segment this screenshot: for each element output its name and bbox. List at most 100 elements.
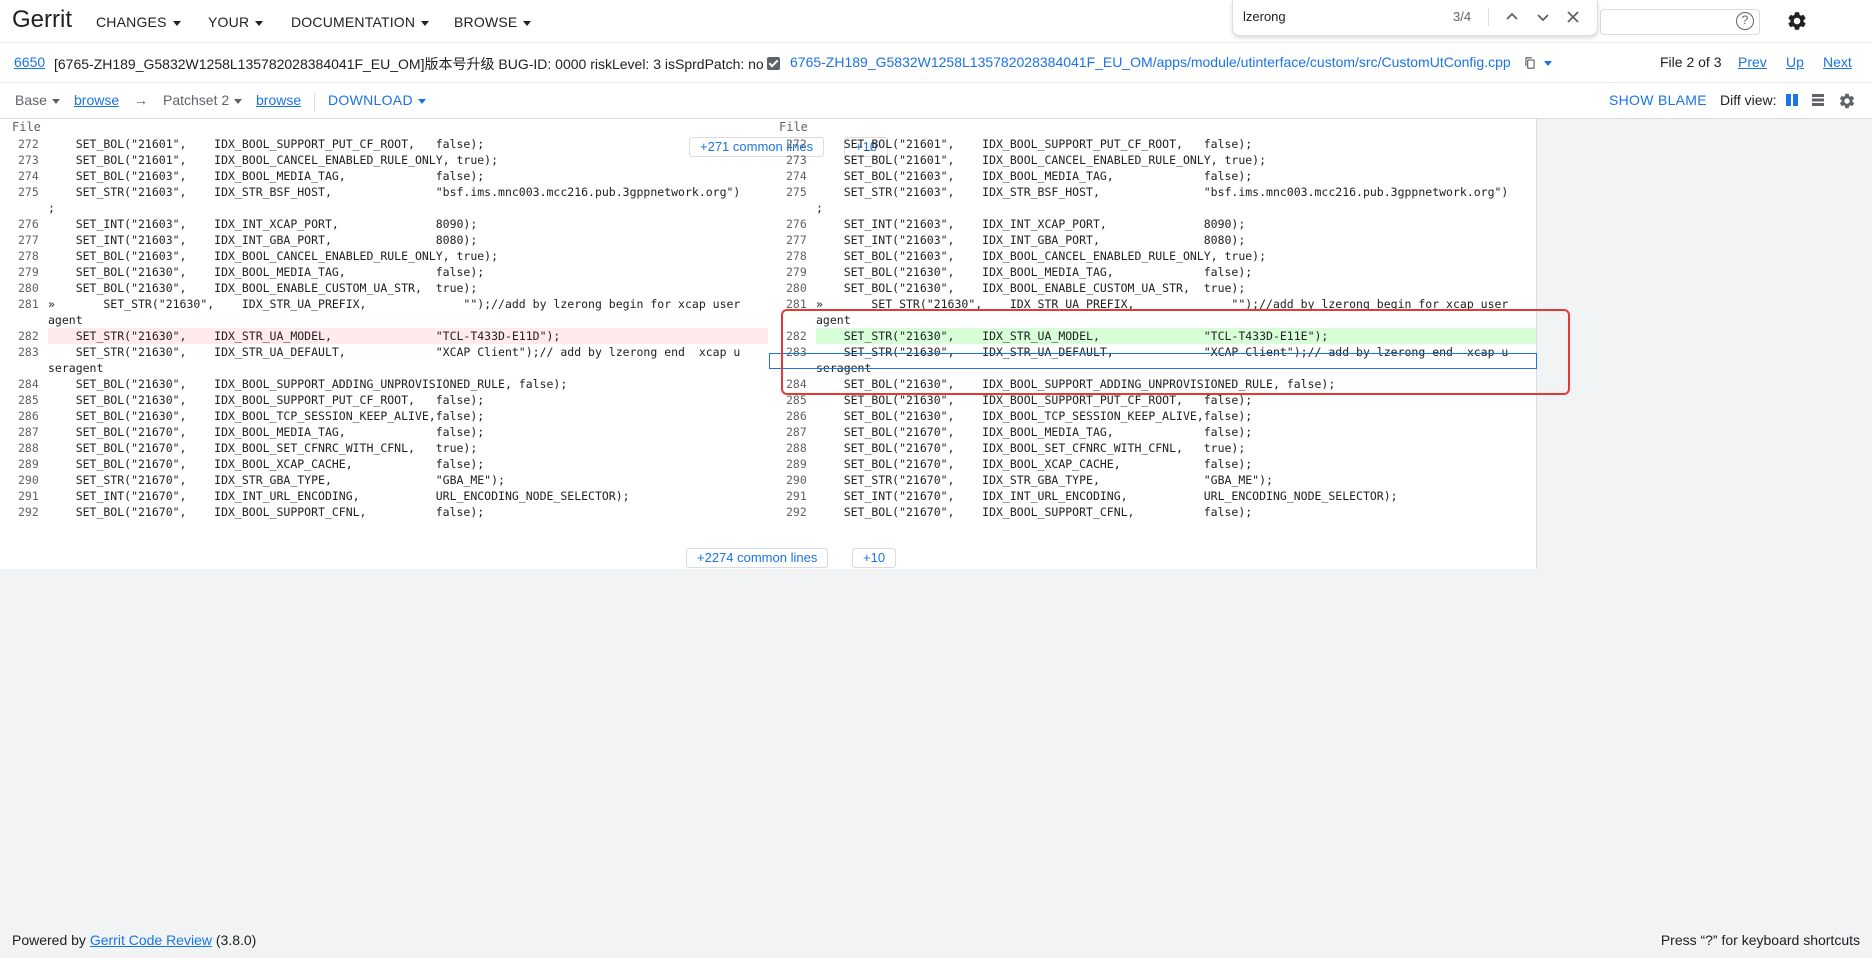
patchset-select[interactable]: Patchset 2 bbox=[163, 92, 243, 108]
file-header-right: File bbox=[779, 120, 808, 134]
line-number[interactable]: 288 bbox=[786, 440, 807, 456]
footer: Powered by Gerrit Code Review (3.8.0) Pr… bbox=[0, 928, 1872, 958]
line-number[interactable]: 292 bbox=[18, 504, 39, 520]
code-line: SET_INT("21670", IDX_INT_URL_ENCODING, U… bbox=[48, 489, 630, 503]
line-number[interactable]: 274 bbox=[18, 168, 39, 184]
base-label: Base bbox=[15, 92, 47, 108]
browse-left-link[interactable]: browse bbox=[74, 92, 119, 108]
copy-icon[interactable] bbox=[1523, 56, 1537, 70]
find-input[interactable]: lzerong bbox=[1243, 9, 1286, 24]
expand-common-lines-button[interactable]: +2274 common lines bbox=[686, 548, 829, 568]
line-number[interactable]: 284 bbox=[18, 376, 39, 392]
line-number[interactable]: 290 bbox=[18, 472, 39, 488]
code-line: » SET_STR("21630", IDX_STR_UA_PREFIX, ""… bbox=[48, 297, 741, 311]
line-number[interactable]: 276 bbox=[18, 216, 39, 232]
code-line: SET_STR("21603", IDX_STR_BSF_HOST, "bsf.… bbox=[816, 185, 1509, 199]
line-number[interactable]: 278 bbox=[786, 248, 807, 264]
code-line: SET_BOL("21670", IDX_BOOL_SUPPORT_CFNL, … bbox=[816, 505, 1253, 519]
gear-icon[interactable] bbox=[1786, 10, 1808, 32]
version: (3.8.0) bbox=[215, 932, 257, 948]
code-line: SET_BOL("21670", IDX_BOOL_SET_CFNRC_WITH… bbox=[816, 441, 1246, 455]
line-number[interactable]: 287 bbox=[18, 424, 39, 440]
nav-documentation-label: DOCUMENTATION bbox=[291, 14, 416, 30]
line-number[interactable]: 275 bbox=[786, 184, 807, 200]
line-number[interactable]: 280 bbox=[18, 280, 39, 296]
code-line: SET_BOL("21670", IDX_BOOL_XCAP_CACHE, fa… bbox=[816, 457, 1253, 471]
line-number[interactable]: 279 bbox=[18, 264, 39, 280]
line-number[interactable]: 289 bbox=[786, 456, 807, 472]
diff-preferences-gear-icon[interactable] bbox=[1838, 92, 1856, 110]
line-number[interactable]: 285 bbox=[18, 392, 39, 408]
nav-documentation[interactable]: DOCUMENTATION bbox=[291, 14, 430, 30]
chevron-up-icon[interactable] bbox=[1500, 5, 1524, 29]
line-number[interactable]: 274 bbox=[786, 168, 807, 184]
code-line: SET_BOL("21630", IDX_BOOL_MEDIA_TAG, fal… bbox=[816, 265, 1253, 279]
code-line: SET_BOL("21670", IDX_BOOL_XCAP_CACHE, fa… bbox=[48, 457, 485, 471]
line-number[interactable]: 278 bbox=[18, 248, 39, 264]
file-path-link[interactable]: 6765-ZH189_G5832W1258L135782028384041F_E… bbox=[790, 54, 1511, 70]
code-line: SET_BOL("21630", IDX_BOOL_TCP_SESSION_KE… bbox=[48, 409, 485, 423]
arrow-separator: → bbox=[134, 92, 148, 108]
chevron-down-icon bbox=[523, 20, 532, 26]
line-number[interactable]: 292 bbox=[786, 504, 807, 520]
line-number[interactable]: 275 bbox=[18, 184, 39, 200]
nav-browse[interactable]: BROWSE bbox=[454, 14, 532, 30]
line-number[interactable]: 282 bbox=[18, 328, 39, 344]
next-file-link[interactable]: Next bbox=[1823, 54, 1852, 70]
side-by-side-view-icon[interactable] bbox=[1784, 92, 1800, 108]
line-number[interactable]: 277 bbox=[786, 232, 807, 248]
line-number[interactable]: 287 bbox=[786, 424, 807, 440]
patchset-bar: Base browse → Patchset 2 browse DOWNLOAD… bbox=[0, 83, 1872, 119]
nav-your[interactable]: YOUR bbox=[208, 14, 264, 30]
help-icon[interactable]: ? bbox=[1736, 12, 1754, 30]
chevron-down-icon[interactable] bbox=[1544, 61, 1552, 66]
nav-changes-label: CHANGES bbox=[96, 14, 167, 30]
line-number[interactable]: 280 bbox=[786, 280, 807, 296]
code-line: SET_INT("21603", IDX_INT_GBA_PORT, 8080)… bbox=[816, 233, 1246, 247]
powered-by: Powered by Gerrit Code Review (3.8.0) bbox=[12, 932, 256, 948]
find-bar: lzerong 3/4 bbox=[1232, 0, 1598, 36]
code-line: SET_INT("21603", IDX_INT_XCAP_PORT, 8090… bbox=[816, 217, 1246, 231]
line-number[interactable]: 291 bbox=[18, 488, 39, 504]
code-line: seragent bbox=[48, 361, 104, 375]
line-number[interactable]: 273 bbox=[18, 152, 39, 168]
line-number[interactable]: 277 bbox=[18, 232, 39, 248]
expand-ten-lines-button[interactable]: +10 bbox=[852, 548, 897, 568]
line-number[interactable]: 291 bbox=[786, 488, 807, 504]
line-number[interactable]: 289 bbox=[18, 456, 39, 472]
line-number[interactable]: 273 bbox=[786, 152, 807, 168]
change-number-link[interactable]: 6650 bbox=[14, 54, 45, 70]
line-number[interactable]: 272 bbox=[18, 136, 39, 152]
unified-view-icon[interactable] bbox=[1810, 92, 1826, 108]
download-button[interactable]: DOWNLOAD bbox=[328, 92, 426, 108]
code-line: SET_BOL("21603", IDX_BOOL_CANCEL_ENABLED… bbox=[816, 249, 1267, 263]
line-number[interactable]: 272 bbox=[786, 136, 807, 152]
diff-view-label: Diff view: bbox=[1720, 92, 1777, 108]
gerrit-logo[interactable]: Gerrit bbox=[12, 6, 72, 34]
code-line: SET_BOL("21603", IDX_BOOL_MEDIA_TAG, fal… bbox=[48, 169, 485, 183]
find-divider bbox=[1488, 8, 1489, 26]
base-select[interactable]: Base bbox=[15, 92, 60, 108]
code-line: SET_INT("21603", IDX_INT_GBA_PORT, 8080)… bbox=[48, 233, 478, 247]
close-icon[interactable] bbox=[1561, 5, 1585, 29]
prev-file-link[interactable]: Prev bbox=[1738, 54, 1767, 70]
line-number[interactable]: 279 bbox=[786, 264, 807, 280]
nav-changes[interactable]: CHANGES bbox=[96, 14, 181, 30]
up-link[interactable]: Up bbox=[1786, 54, 1804, 70]
reviewed-checkbox[interactable] bbox=[767, 57, 780, 70]
patchset-label: Patchset 2 bbox=[163, 92, 230, 108]
line-number[interactable]: 286 bbox=[786, 408, 807, 424]
line-number[interactable]: 281 bbox=[18, 296, 39, 312]
chevron-down-icon[interactable] bbox=[1531, 5, 1555, 29]
nav-your-label: YOUR bbox=[208, 14, 250, 30]
code-line: SET_STR("21630", IDX_STR_UA_MODEL, "TCL-… bbox=[48, 328, 768, 344]
line-number[interactable]: 276 bbox=[786, 216, 807, 232]
browse-right-link[interactable]: browse bbox=[256, 92, 301, 108]
line-number[interactable]: 288 bbox=[18, 440, 39, 456]
show-blame-button[interactable]: SHOW BLAME bbox=[1609, 92, 1707, 108]
code-line: SET_STR("21630", IDX_STR_UA_DEFAULT, "XC… bbox=[48, 345, 741, 359]
line-number[interactable]: 283 bbox=[18, 344, 39, 360]
gerrit-review-link[interactable]: Gerrit Code Review bbox=[90, 932, 212, 948]
line-number[interactable]: 286 bbox=[18, 408, 39, 424]
line-number[interactable]: 290 bbox=[786, 472, 807, 488]
